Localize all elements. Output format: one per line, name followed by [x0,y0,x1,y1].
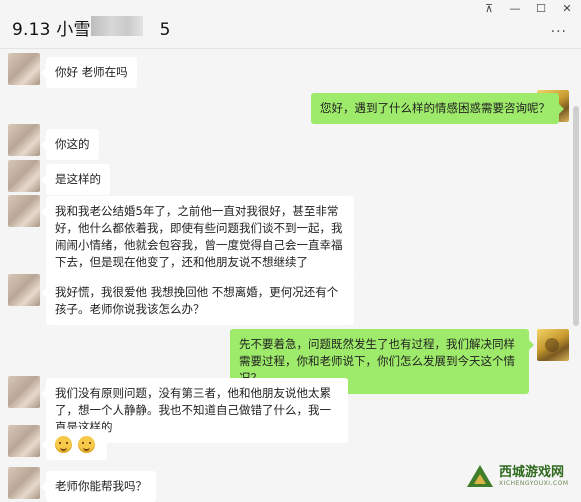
watermark-sub: XICHENGYOUXI.COM [499,479,569,487]
contact-avatar[interactable] [8,53,40,85]
chat-scrollbar[interactable] [573,106,579,326]
contact-avatar[interactable] [8,124,40,156]
chat-area[interactable]: 你好 老师在吗 您好，遇到了什么样的情感困惑需要咨询呢？ 你这的 是这样的 我和… [0,50,581,502]
contact-avatar[interactable] [8,376,40,408]
emoji-message-bubble[interactable] [41,429,107,460]
message-bubble[interactable]: 你好 老师在吗 [41,57,137,88]
chat-title-suffix: 5 [159,20,171,40]
message-bubble[interactable]: 我和我老公结婚5年了，之前他一直对我很好，甚至非常好，他什么都依着我，即使有些问… [41,196,354,278]
contact-avatar[interactable] [8,425,40,457]
more-options-icon[interactable]: ··· [551,24,567,40]
minimize-icon[interactable]: — [509,2,521,15]
message-bubble[interactable]: 是这样的 [41,164,110,195]
maximize-icon[interactable]: ☐ [535,2,547,15]
pin-icon[interactable]: ⊼ [483,2,495,15]
my-avatar[interactable] [537,329,569,361]
title-divider [0,48,581,49]
message-bubble[interactable]: 你这的 [41,129,99,160]
contact-avatar[interactable] [8,195,40,227]
window-controls: ⊼ — ☐ ✕ [483,2,573,15]
title-bar: 9.13 小雪1 5 ⊼ — ☐ ✕ ··· [0,0,581,50]
smile-emoji-icon [55,436,72,453]
message-bubble[interactable]: 老师你能帮我吗？ [41,471,156,502]
close-icon[interactable]: ✕ [561,2,573,15]
castle-logo-icon [465,463,495,489]
contact-avatar[interactable] [8,274,40,306]
watermark-name: 西城游戏网 [499,464,565,480]
contact-avatar[interactable] [8,467,40,499]
message-bubble[interactable]: 您好，遇到了什么样的情感困惑需要咨询呢？ [311,93,564,124]
site-watermark: 西城游戏网 XICHENGYOUXI.COM [465,458,575,494]
chat-title-prefix: 9.13 小雪1 [12,20,102,40]
smile-emoji-icon [78,436,95,453]
redaction-mask [91,16,143,36]
message-bubble[interactable]: 我好慌，我很爱他 我想挽回他 不想离婚，更何况还有个孩子。老师你说我该怎么办？ [41,277,354,325]
contact-avatar[interactable] [8,160,40,192]
